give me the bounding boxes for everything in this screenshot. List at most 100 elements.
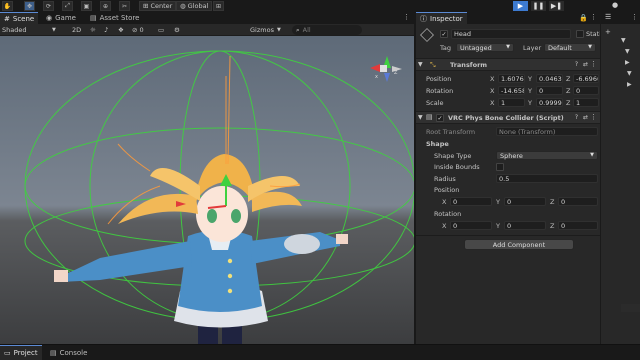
tab-asset-store[interactable]: ▤ Asset Store	[86, 12, 144, 24]
help-icon[interactable]: ?	[575, 114, 578, 121]
tab-game[interactable]: ◉ Game	[42, 12, 80, 24]
pause-button[interactable]: ❚❚	[531, 1, 546, 11]
physbone-collider-header[interactable]: ▼ ▤ ✓ VRC Phys Bone Collider (Script) ? …	[416, 111, 600, 124]
help-icon[interactable]: ?	[575, 61, 578, 68]
collider-rotation-x-field[interactable]: 0	[450, 221, 492, 230]
add-icon[interactable]: +	[605, 28, 611, 36]
transform-header[interactable]: ▼ ⤡ Transform ? ⇄ ⋮	[416, 58, 600, 71]
rotation-label: Rotation	[426, 87, 454, 95]
position-x-value: 1.6076(	[501, 74, 525, 83]
asset-store-icon: ▤	[90, 14, 97, 22]
axis-z-label: Z	[566, 87, 571, 95]
axis-x-label: X	[490, 99, 495, 107]
tab-console[interactable]: ▤ Console	[46, 345, 91, 360]
axis-x-label: X	[442, 198, 447, 206]
tab-inspector[interactable]: ⓘ Inspector	[416, 12, 467, 24]
tab-scene[interactable]: # Scene	[0, 12, 39, 24]
static-checkbox[interactable]	[576, 30, 584, 38]
play-button[interactable]: ▶	[513, 1, 528, 11]
collider-title: VRC Phys Bone Collider (Script)	[448, 114, 564, 122]
collider-position-z-field[interactable]: 0	[558, 197, 598, 206]
add-component-button[interactable]: Add Component	[464, 239, 574, 250]
radius-field[interactable]: 0.5	[496, 174, 598, 183]
axis-z-label: Z	[550, 222, 555, 230]
effects-icon[interactable]: ❖	[118, 25, 124, 35]
more-icon[interactable]: ⋮	[631, 13, 638, 21]
preset-icon[interactable]: ⇄	[583, 61, 588, 68]
layer-dropdown[interactable]: Default ▼	[544, 43, 596, 52]
rotate-tool-icon[interactable]: ⟳	[43, 1, 54, 11]
more-icon[interactable]: ⋮	[590, 113, 597, 121]
collider-enabled-checkbox[interactable]: ✓	[436, 114, 444, 122]
scale-y-field[interactable]: 0.9999(	[536, 98, 563, 107]
collider-rotation-y-value: 0	[507, 221, 512, 230]
inspector-panel: ⓘ Inspector 🔒 ⋮ ✓ Head Static Tag Untagg…	[416, 12, 605, 344]
transform-tool-icon[interactable]: ⊕	[100, 1, 111, 11]
tab-inspector-label: Inspector	[430, 14, 463, 23]
position-x-field[interactable]: 1.6076(	[498, 74, 525, 83]
eye-slash-icon: ⊘	[132, 26, 138, 34]
preset-icon[interactable]: ⇄	[583, 114, 588, 121]
tools-icon[interactable]: ⚙	[174, 25, 180, 35]
position-y-field[interactable]: 0.0463	[536, 74, 563, 83]
hierarchy-footer-control[interactable]	[621, 304, 640, 312]
scene-render: Z x	[0, 36, 414, 344]
collider-position-y-field[interactable]: 0	[504, 197, 546, 206]
grid-snap-icon[interactable]: ⊞	[213, 1, 224, 11]
hidden-count: 0	[139, 26, 144, 34]
inside-bounds-checkbox[interactable]	[496, 163, 504, 171]
foldout-arrow-icon[interactable]: ▶	[627, 81, 632, 88]
collider-rotation-z-field[interactable]: 0	[558, 221, 598, 230]
shape-type-value: Sphere	[500, 151, 523, 160]
mode-2d-toggle[interactable]: 2D	[72, 25, 81, 35]
foldout-arrow-icon[interactable]: ▼	[627, 70, 632, 77]
collider-rotation-label: Rotation	[434, 210, 462, 218]
rotation-x-field[interactable]: -14.658	[498, 86, 525, 95]
scene-viewport[interactable]: Z x	[0, 36, 414, 344]
root-transform-label: Root Transform	[426, 128, 476, 136]
more-icon[interactable]: ⋮	[590, 60, 597, 68]
rotation-y-field[interactable]: 0	[536, 86, 563, 95]
custom-tool-icon[interactable]: ✂	[119, 1, 130, 11]
pivot-toggle[interactable]: ⊞ Center	[139, 1, 177, 11]
tab-project[interactable]: ▭ Project	[0, 345, 42, 360]
inspector-tab-bar: ⓘ Inspector 🔒 ⋮	[416, 12, 600, 24]
audio-icon[interactable]: ♪	[104, 25, 108, 35]
shading-mode-dropdown[interactable]: Shaded ▼	[2, 25, 62, 35]
position-z-field[interactable]: -6.696(	[573, 74, 599, 83]
hierarchy-icon[interactable]: ☰	[605, 13, 611, 21]
scene-search-input[interactable]: ⌕ All	[292, 25, 362, 35]
lighting-icon[interactable]: ☼	[90, 25, 96, 35]
globe-icon: ◍	[180, 2, 186, 10]
camera-icon[interactable]: ▭	[158, 25, 164, 35]
tag-dropdown[interactable]: Untagged ▼	[456, 43, 514, 52]
hierarchy-tab-bar: ☰ ⋮	[601, 12, 640, 24]
axis-x-label: X	[490, 87, 495, 95]
foldout-arrow-icon[interactable]: ▶	[625, 59, 630, 66]
scale-z-field[interactable]: 1	[573, 98, 599, 107]
scale-x-field[interactable]: 1	[498, 98, 525, 107]
lock-icon[interactable]: 🔒	[579, 14, 588, 22]
root-transform-value: None (Transform)	[499, 127, 556, 136]
shape-type-dropdown[interactable]: Sphere ▼	[496, 151, 598, 160]
gizmos-dropdown[interactable]: Gizmos ▼	[250, 25, 281, 35]
account-icon[interactable]: ●	[612, 1, 624, 11]
scale-tool-icon[interactable]: ⤢	[62, 1, 73, 11]
more-icon[interactable]: ⋮	[590, 13, 597, 21]
rect-tool-icon[interactable]: ▣	[81, 1, 92, 11]
more-icon[interactable]: ⋮	[403, 13, 410, 21]
step-button[interactable]: ▶❚	[549, 1, 564, 11]
foldout-arrow-icon[interactable]: ▼	[625, 48, 630, 55]
hidden-objects-toggle[interactable]: ⊘ 0	[132, 25, 144, 35]
tag-label: Tag	[440, 44, 452, 52]
collider-rotation-y-field[interactable]: 0	[504, 221, 546, 230]
rotation-z-field[interactable]: 0	[573, 86, 599, 95]
foldout-arrow-icon[interactable]: ▼	[621, 37, 626, 44]
root-transform-field[interactable]: None (Transform)	[496, 127, 598, 136]
active-checkbox[interactable]: ✓	[440, 30, 448, 38]
space-toggle[interactable]: ◍ Global	[176, 1, 213, 11]
collider-position-x-field[interactable]: 0	[450, 197, 492, 206]
hand-tool-icon[interactable]: ✋	[2, 1, 13, 11]
object-name-field[interactable]: Head	[451, 29, 571, 39]
move-tool-icon[interactable]: ✥	[24, 1, 35, 11]
